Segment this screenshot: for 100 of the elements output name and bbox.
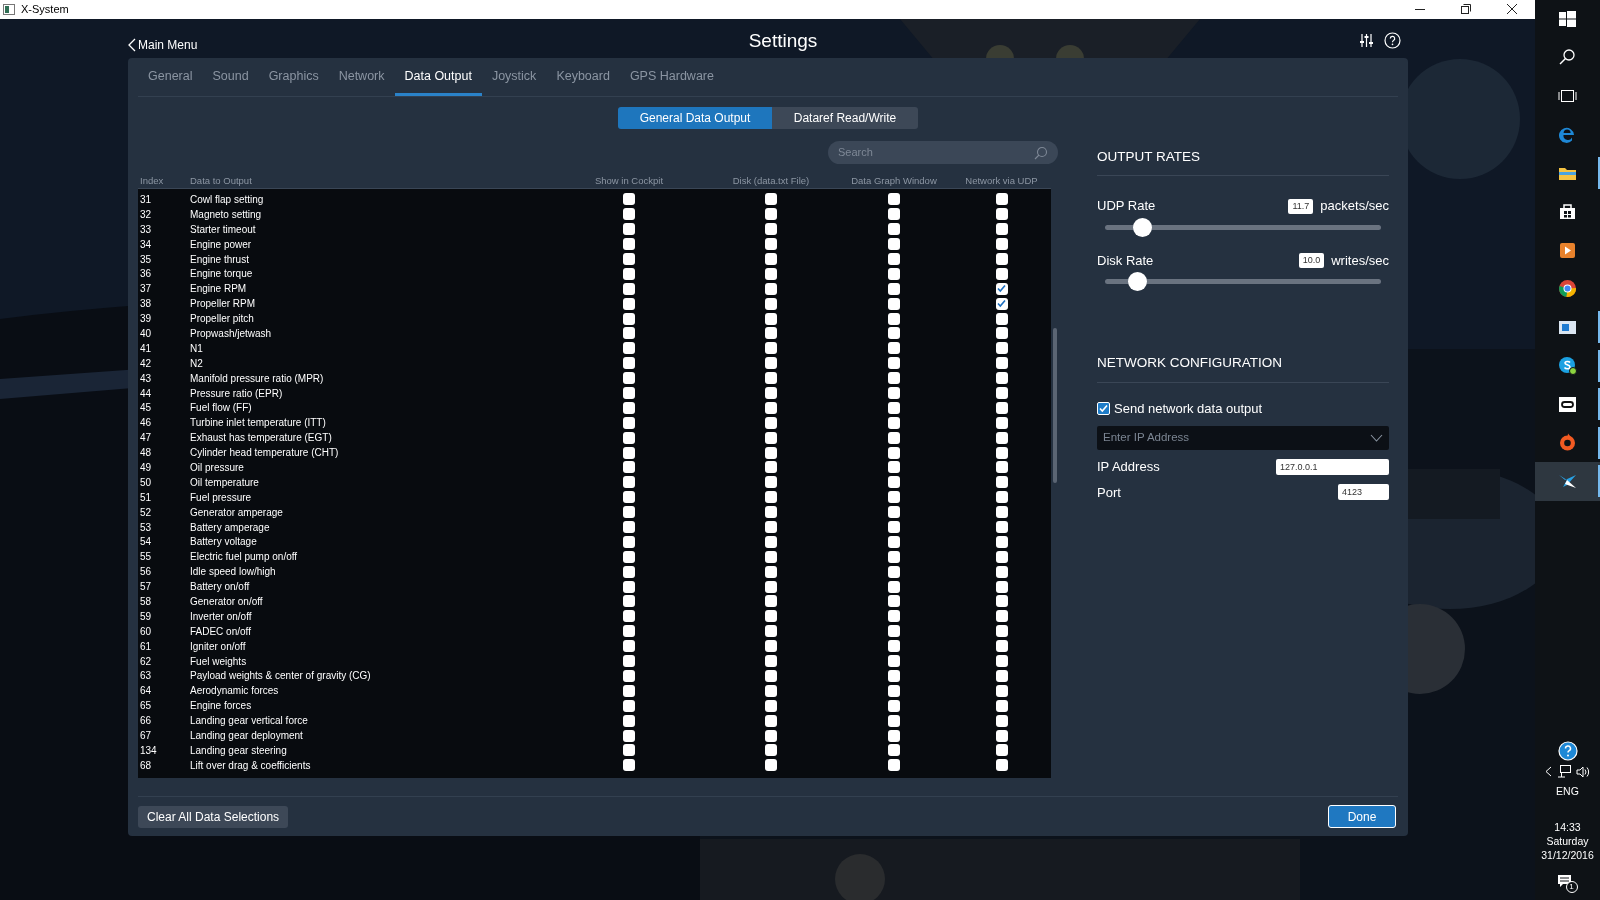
language-indicator[interactable]: ENG <box>1556 784 1579 800</box>
checkbox[interactable] <box>623 655 635 668</box>
column-header[interactable]: Network via UDP <box>954 173 1049 189</box>
clear-button[interactable]: Clear All Data Selections <box>138 805 289 828</box>
checkbox[interactable] <box>995 625 1008 638</box>
checkbox[interactable] <box>765 253 777 265</box>
checkbox[interactable] <box>995 282 1008 295</box>
checkbox[interactable] <box>623 714 635 727</box>
checkbox[interactable] <box>995 193 1008 206</box>
tab[interactable]: Graphics <box>258 57 329 96</box>
checkbox[interactable] <box>888 223 900 236</box>
checkbox[interactable] <box>888 714 900 727</box>
checkbox[interactable] <box>623 372 635 385</box>
checkbox[interactable] <box>888 655 900 668</box>
checkbox[interactable] <box>765 491 777 504</box>
checkbox[interactable] <box>765 357 777 370</box>
tab[interactable]: GPS Hardware <box>619 57 724 96</box>
checkbox[interactable] <box>765 759 777 772</box>
checkbox[interactable] <box>623 446 635 459</box>
checkbox[interactable] <box>623 431 635 444</box>
checkbox[interactable] <box>888 684 900 697</box>
input-field[interactable]: 4123 <box>1338 484 1389 501</box>
column-header[interactable]: Data Graph Window <box>834 173 954 189</box>
column-header[interactable]: Show in Cockpit <box>550 173 708 189</box>
checkbox[interactable] <box>765 446 777 459</box>
checkbox[interactable] <box>995 595 1008 608</box>
scrollbar[interactable] <box>1052 328 1057 483</box>
checkbox[interactable] <box>995 744 1008 757</box>
clock-time[interactable]: 14:33 <box>1554 820 1581 834</box>
checkbox[interactable] <box>623 223 635 236</box>
checkbox[interactable] <box>995 387 1008 399</box>
checkbox[interactable] <box>888 431 900 444</box>
checkbox[interactable] <box>995 491 1008 504</box>
checkbox[interactable] <box>995 223 1008 236</box>
checkbox[interactable] <box>623 461 635 474</box>
checkbox[interactable] <box>888 625 900 638</box>
checkbox[interactable] <box>995 535 1008 548</box>
checkbox[interactable] <box>888 729 900 742</box>
tab[interactable]: Keyboard <box>546 57 620 96</box>
checkbox[interactable] <box>995 208 1008 221</box>
sliders-icon[interactable] <box>1359 33 1374 48</box>
checkbox[interactable] <box>765 312 777 325</box>
checkbox[interactable] <box>888 699 900 712</box>
checkbox[interactable] <box>995 297 1008 310</box>
back-link[interactable]: Main Menu <box>128 36 198 54</box>
checkbox[interactable] <box>765 282 777 295</box>
checkbox[interactable] <box>888 535 900 548</box>
ip-dropdown[interactable]: Enter IP Address <box>1097 426 1389 450</box>
checkbox[interactable] <box>888 327 900 340</box>
rate-field[interactable]: 11.7 <box>1288 198 1314 214</box>
checkbox[interactable] <box>765 193 777 206</box>
checkbox[interactable] <box>888 610 900 623</box>
network-icon[interactable] <box>1556 765 1571 779</box>
checkbox[interactable] <box>995 655 1008 668</box>
checkbox[interactable] <box>623 669 635 682</box>
checkbox[interactable] <box>765 684 777 697</box>
checkbox[interactable] <box>623 744 635 757</box>
checkbox[interactable] <box>888 669 900 682</box>
checkbox[interactable] <box>995 729 1008 742</box>
help-icon[interactable] <box>1384 32 1401 49</box>
checkbox[interactable] <box>765 580 777 593</box>
checkbox[interactable] <box>888 759 900 772</box>
checkbox[interactable] <box>765 714 777 727</box>
checkbox[interactable] <box>995 446 1008 459</box>
checkbox[interactable] <box>765 461 777 474</box>
slider[interactable] <box>1105 217 1381 237</box>
checkbox[interactable] <box>888 744 900 757</box>
checkbox[interactable] <box>765 729 777 742</box>
checkbox[interactable] <box>995 312 1008 325</box>
checkbox[interactable] <box>995 401 1008 414</box>
checkbox[interactable] <box>1097 401 1110 415</box>
checkbox[interactable] <box>995 640 1008 653</box>
slider-thumb[interactable] <box>1133 217 1153 237</box>
checkbox[interactable] <box>888 238 900 251</box>
checkbox[interactable] <box>623 357 635 370</box>
checkbox[interactable] <box>995 610 1008 623</box>
checkbox[interactable] <box>623 327 635 340</box>
checkbox[interactable] <box>765 342 777 355</box>
checkbox[interactable] <box>888 372 900 385</box>
checkbox[interactable] <box>995 357 1008 370</box>
checkbox[interactable] <box>623 253 635 265</box>
checkbox[interactable] <box>623 342 635 355</box>
checkbox[interactable] <box>623 416 635 429</box>
clock-date[interactable]: 31/12/2016 <box>1541 848 1594 862</box>
done-button[interactable]: Done <box>1328 805 1396 828</box>
checkbox[interactable] <box>995 550 1008 563</box>
checkbox[interactable] <box>623 625 635 638</box>
checkbox[interactable] <box>995 521 1008 534</box>
tab[interactable]: Data Output <box>394 57 482 96</box>
slider[interactable] <box>1105 272 1381 292</box>
checkbox[interactable] <box>765 640 777 653</box>
checkbox[interactable] <box>765 431 777 444</box>
checkbox[interactable] <box>995 580 1008 593</box>
checkbox[interactable] <box>765 506 777 519</box>
checkbox[interactable] <box>623 610 635 623</box>
checkbox[interactable] <box>888 506 900 519</box>
checkbox[interactable] <box>888 640 900 653</box>
checkbox[interactable] <box>765 223 777 236</box>
checkbox[interactable] <box>995 342 1008 355</box>
checkbox[interactable] <box>765 267 777 280</box>
